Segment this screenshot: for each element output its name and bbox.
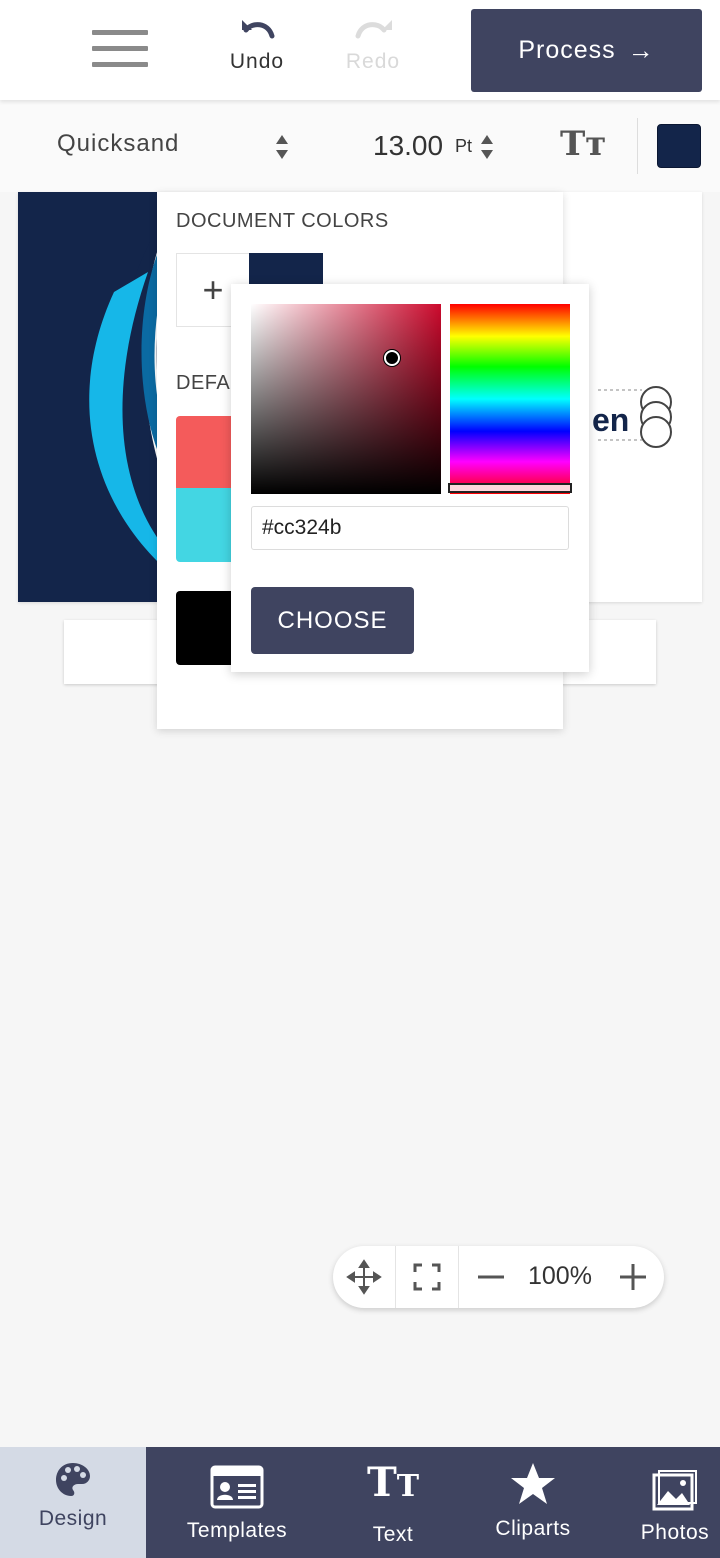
process-button[interactable]: Process →: [471, 9, 702, 92]
document-colors-title: DOCUMENT COLORS: [176, 210, 389, 232]
text-tt-icon: TT: [366, 1459, 420, 1506]
color-picker-popup: CHOOSE: [231, 284, 589, 672]
default-colors-title: DEFA: [176, 372, 231, 394]
palette-icon: [56, 1463, 90, 1496]
nav-templates[interactable]: Templates: [164, 1447, 310, 1558]
choose-button[interactable]: CHOOSE: [251, 587, 414, 654]
nav-cliparts[interactable]: Cliparts: [470, 1447, 596, 1558]
nav-cliparts-label: Cliparts: [495, 1517, 571, 1540]
nav-photos-label: Photos: [640, 1521, 710, 1544]
font-select-arrows-icon[interactable]: [275, 134, 289, 160]
hue-slider[interactable]: [450, 304, 570, 494]
nav-text-label: Text: [372, 1523, 414, 1546]
toolbar-divider: [637, 118, 638, 174]
nav-design[interactable]: Design: [0, 1447, 146, 1558]
top-bar: Undo Redo Process →: [0, 0, 720, 100]
menu-icon[interactable]: [92, 28, 148, 70]
minus-icon: [478, 1275, 504, 1279]
zoom-out-button[interactable]: [469, 1246, 513, 1308]
font-size-value[interactable]: 13.00: [373, 130, 443, 162]
saturation-value-area[interactable]: [251, 304, 441, 494]
id-card-icon: [210, 1465, 264, 1509]
fullscreen-icon: [413, 1263, 441, 1291]
star-icon: [511, 1463, 555, 1504]
zoom-controls: [333, 1246, 664, 1308]
redo-button[interactable]: Redo: [338, 18, 408, 74]
undo-button[interactable]: Undo: [222, 18, 292, 74]
redo-icon: [355, 20, 392, 39]
undo-label: Undo: [229, 50, 285, 73]
plus-icon: [620, 1264, 646, 1290]
process-label: Process: [518, 36, 616, 64]
text-color-button[interactable]: [657, 124, 701, 168]
nav-design-label: Design: [38, 1507, 108, 1530]
nav-photos[interactable]: Photos: [630, 1447, 720, 1558]
hue-slider-handle[interactable]: [448, 483, 572, 493]
font-size-unit: Pt: [455, 136, 473, 156]
hex-color-input[interactable]: [251, 506, 569, 550]
canvas-text-element[interactable]: en: [592, 402, 629, 439]
zoom-level: 100%: [528, 1262, 592, 1290]
font-family-select[interactable]: Quicksand: [57, 130, 179, 158]
zoom-in-button[interactable]: [611, 1246, 655, 1308]
fit-screen-button[interactable]: [396, 1246, 458, 1308]
text-style-button[interactable]: Tт: [560, 124, 606, 164]
nav-text[interactable]: TT Text: [330, 1447, 456, 1558]
nav-templates-label: Templates: [186, 1519, 288, 1542]
undo-icon: [242, 20, 275, 39]
move-arrows-icon: [346, 1259, 382, 1295]
font-size-stepper-icon[interactable]: [480, 134, 494, 160]
redo-label: Redo: [345, 50, 401, 73]
arrow-right-icon: →: [627, 35, 655, 65]
image-icon: [652, 1470, 697, 1511]
move-button[interactable]: [333, 1246, 395, 1308]
saturation-handle[interactable]: [384, 350, 400, 366]
